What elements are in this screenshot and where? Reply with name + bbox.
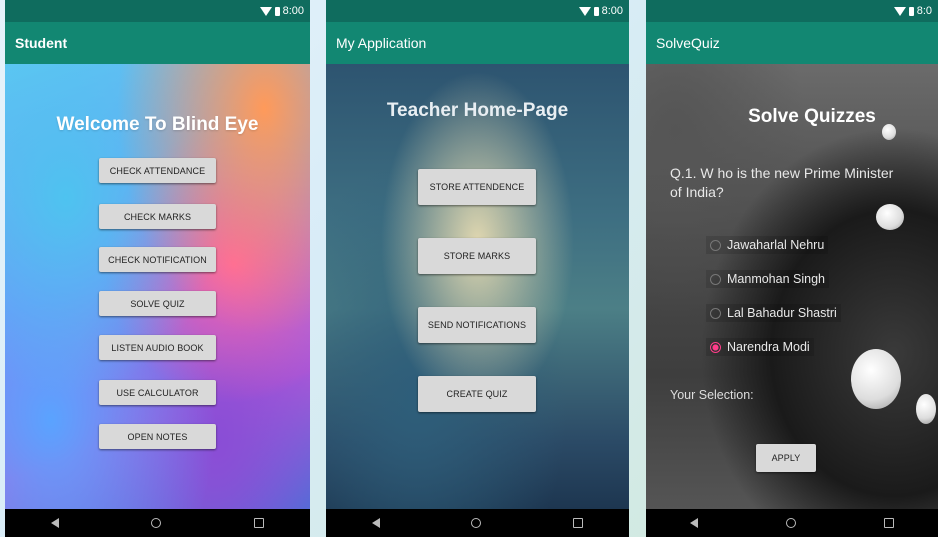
dice-dot-decoration bbox=[916, 394, 936, 424]
recents-icon[interactable] bbox=[253, 518, 264, 528]
home-icon[interactable] bbox=[786, 518, 796, 528]
check-marks-button[interactable]: CHECK MARKS bbox=[99, 204, 216, 229]
apply-button[interactable]: APPLY bbox=[756, 444, 816, 472]
wifi-icon bbox=[893, 6, 906, 16]
wifi-icon bbox=[259, 6, 272, 16]
status-time: 8:00 bbox=[601, 5, 623, 17]
status-time: 8:00 bbox=[282, 5, 304, 17]
status-bar: 8:00 bbox=[5, 0, 310, 22]
radio-button-selected[interactable] bbox=[710, 341, 721, 353]
listen-audio-book-button[interactable]: LISTEN AUDIO BOOK bbox=[99, 335, 216, 360]
quiz-heading: Solve Quizzes bbox=[748, 106, 876, 127]
back-icon[interactable] bbox=[51, 518, 60, 528]
app-title: My Application bbox=[336, 35, 427, 51]
quiz-screen: 8:0 SolveQuiz Solve Quizzes Q.1. W ho is… bbox=[646, 0, 938, 537]
welcome-heading: Welcome To Blind Eye bbox=[56, 114, 259, 135]
app-bar: Student bbox=[5, 22, 310, 64]
quiz-content: Solve Quizzes Q.1. W ho is the new Prime… bbox=[646, 64, 938, 509]
nav-bar bbox=[326, 509, 629, 537]
nav-bar bbox=[5, 509, 310, 537]
option-label: Narendra Modi bbox=[727, 340, 810, 354]
home-icon[interactable] bbox=[151, 518, 162, 528]
back-icon[interactable] bbox=[371, 518, 380, 528]
store-attendance-button[interactable]: STORE ATTENDENCE bbox=[418, 169, 536, 205]
option-narendra-modi[interactable]: Narendra Modi bbox=[706, 338, 814, 356]
recents-icon[interactable] bbox=[884, 518, 894, 528]
app-title: Student bbox=[15, 35, 68, 51]
radio-button[interactable] bbox=[710, 307, 721, 319]
create-quiz-button[interactable]: CREATE QUIZ bbox=[418, 376, 536, 412]
option-lal-bahadur-shastri[interactable]: Lal Bahadur Shastri bbox=[706, 304, 841, 322]
option-label: Lal Bahadur Shastri bbox=[727, 306, 837, 320]
check-notification-button[interactable]: CHECK NOTIFICATION bbox=[99, 247, 216, 272]
teacher-heading: Teacher Home-Page bbox=[386, 100, 569, 121]
question-text: Q.1. W ho is the new Prime Minister of I… bbox=[670, 165, 894, 200]
radio-button[interactable] bbox=[710, 273, 721, 285]
radio-button[interactable] bbox=[710, 239, 721, 251]
option-manmohan-singh[interactable]: Manmohan Singh bbox=[706, 270, 829, 288]
send-notifications-button[interactable]: SEND NOTIFICATIONS bbox=[418, 307, 536, 343]
battery-icon bbox=[274, 6, 280, 16]
student-screen: 8:00 Student Welcome To Blind Eye CHECK … bbox=[5, 0, 310, 537]
option-label: Jawaharlal Nehru bbox=[727, 238, 825, 252]
dice-dot-decoration bbox=[851, 349, 901, 409]
solve-quiz-button[interactable]: SOLVE QUIZ bbox=[99, 291, 216, 316]
teacher-screen: 8:00 My Application Teacher Home-Page ST… bbox=[326, 0, 629, 537]
option-label: Manmohan Singh bbox=[727, 272, 825, 286]
battery-icon bbox=[908, 6, 914, 16]
open-notes-button[interactable]: OPEN NOTES bbox=[99, 424, 216, 449]
back-icon[interactable] bbox=[690, 518, 698, 528]
status-bar: 8:0 bbox=[646, 0, 938, 22]
teacher-content: Teacher Home-Page STORE ATTENDENCE STORE… bbox=[326, 64, 629, 509]
battery-icon bbox=[593, 6, 599, 16]
status-time: 8:0 bbox=[916, 5, 932, 17]
dice-dot-decoration bbox=[876, 204, 904, 230]
home-icon[interactable] bbox=[471, 518, 482, 528]
student-content: Welcome To Blind Eye CHECK ATTENDANCE CH… bbox=[5, 64, 310, 509]
nav-bar bbox=[646, 509, 938, 537]
status-bar: 8:00 bbox=[326, 0, 629, 22]
app-bar: SolveQuiz bbox=[646, 22, 938, 64]
wifi-icon bbox=[578, 6, 591, 16]
recents-icon[interactable] bbox=[573, 518, 584, 528]
use-calculator-button[interactable]: USE CALCULATOR bbox=[99, 380, 216, 405]
store-marks-button[interactable]: STORE MARKS bbox=[418, 238, 536, 274]
app-title: SolveQuiz bbox=[656, 35, 720, 51]
app-bar: My Application bbox=[326, 22, 629, 64]
check-attendance-button[interactable]: CHECK ATTENDANCE bbox=[99, 158, 216, 183]
option-jawaharlal-nehru[interactable]: Jawaharlal Nehru bbox=[706, 236, 829, 254]
selection-label: Your Selection: bbox=[670, 388, 754, 402]
